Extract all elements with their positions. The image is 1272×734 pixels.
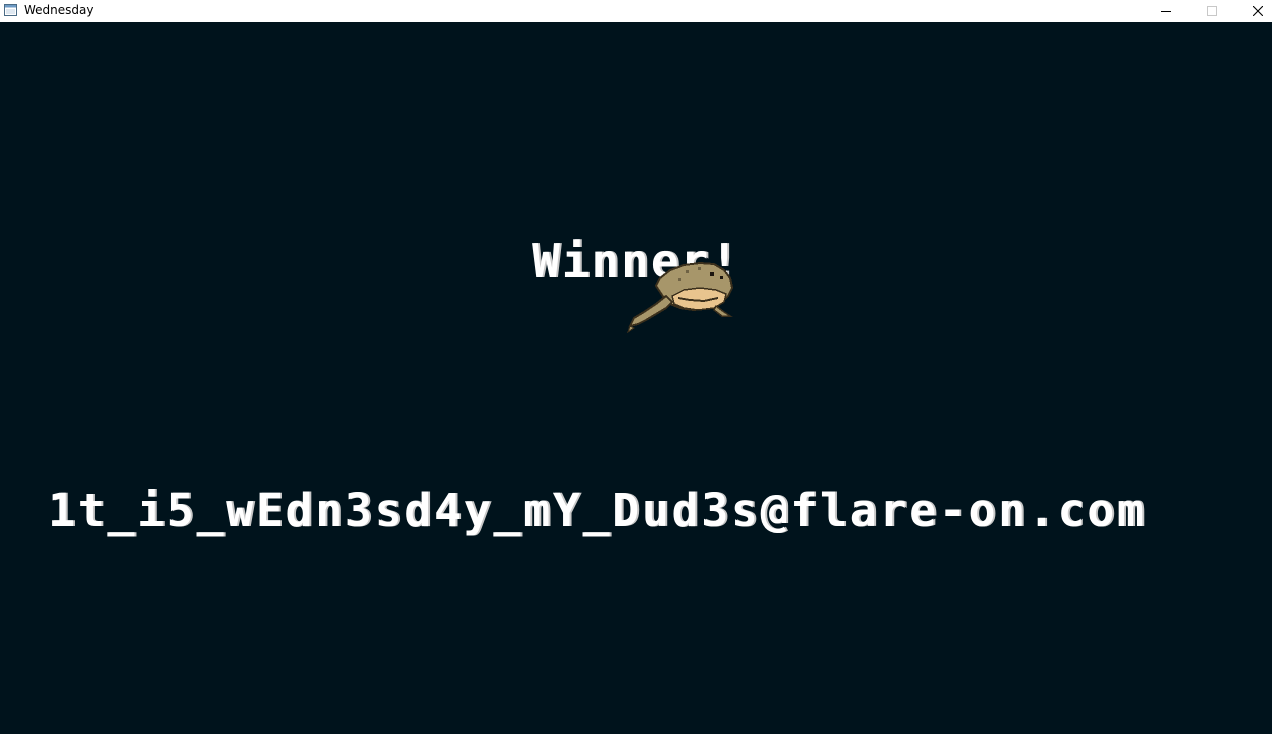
app-window-icon: [4, 4, 17, 16]
close-button[interactable]: [1235, 0, 1272, 22]
minimize-button[interactable]: [1143, 0, 1189, 22]
close-icon: [1253, 6, 1263, 16]
flag-text: 1t_i5_wEdn3sd4y_mY_Dud3s@flare-on.com: [48, 484, 1147, 537]
app-window: Wednesday Winner! 1t_i5_wEdn3sd4y_mY_Dud…: [0, 0, 1272, 734]
title-bar[interactable]: Wednesday: [0, 0, 1272, 22]
maximize-button[interactable]: [1189, 0, 1235, 22]
game-canvas[interactable]: Winner! 1t_i5_wEdn3sd4y_mY_Dud3s@flare-o…: [0, 22, 1272, 734]
minimize-icon: [1161, 11, 1171, 12]
frog-sprite: [627, 261, 734, 334]
maximize-icon: [1207, 6, 1217, 16]
window-title: Wednesday: [24, 3, 94, 17]
